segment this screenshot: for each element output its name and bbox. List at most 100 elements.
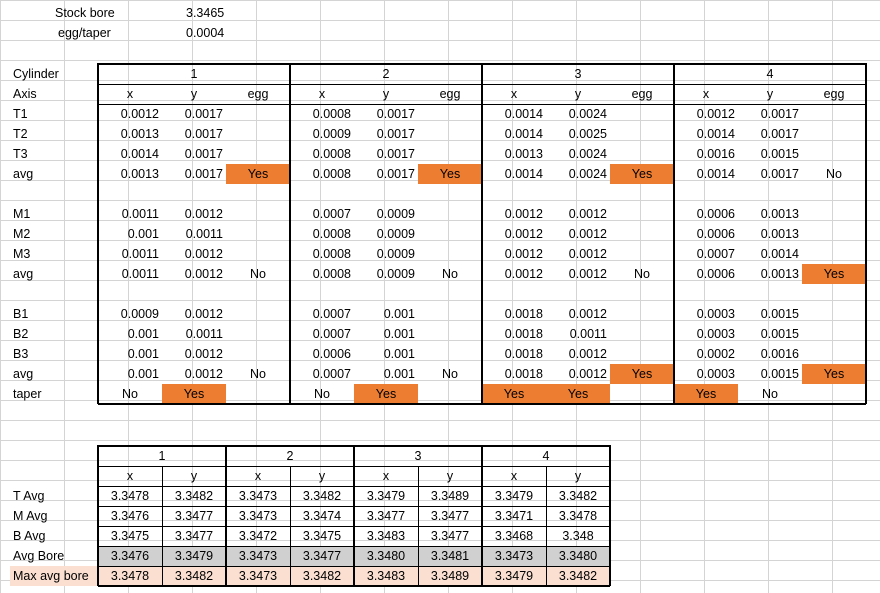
value-cell[interactable]: 3.3477 <box>418 526 482 546</box>
data-cell[interactable]: 0.0013 <box>738 204 802 224</box>
value-cell[interactable]: 3.3482 <box>546 486 610 506</box>
value-cell[interactable]: 3.3478 <box>546 506 610 526</box>
data-cell[interactable] <box>226 384 290 404</box>
data-cell[interactable]: 0.0015 <box>738 144 802 164</box>
data-cell[interactable] <box>802 144 866 164</box>
row-label[interactable]: B1 <box>10 304 98 324</box>
data-cell[interactable]: 0.0007 <box>290 324 354 344</box>
cylinder-header-2[interactable]: 2 <box>226 446 354 466</box>
value-cell[interactable]: 3.3478 <box>98 566 162 586</box>
data-cell[interactable] <box>290 284 354 304</box>
data-cell[interactable]: 0.0003 <box>674 364 738 384</box>
value-cell[interactable]: 3.348 <box>546 526 610 546</box>
data-cell[interactable]: No <box>418 364 482 384</box>
egg-taper-value[interactable]: 0.0004 <box>183 23 243 43</box>
data-cell[interactable]: 0.0014 <box>738 244 802 264</box>
data-cell[interactable]: 0.0009 <box>290 124 354 144</box>
cylinder-header-3[interactable]: 3 <box>482 64 674 84</box>
value-cell[interactable]: 3.3475 <box>290 526 354 546</box>
data-cell[interactable] <box>418 284 482 304</box>
data-cell[interactable] <box>226 244 290 264</box>
data-cell[interactable]: 0.0007 <box>290 364 354 384</box>
data-cell[interactable]: 0.0012 <box>482 224 546 244</box>
data-cell[interactable]: 0.0018 <box>482 324 546 344</box>
data-cell[interactable] <box>418 344 482 364</box>
data-cell[interactable]: No <box>418 264 482 284</box>
egg-taper-label[interactable]: egg/taper <box>55 23 145 43</box>
data-cell[interactable]: Yes <box>482 384 546 404</box>
axis-header-egg[interactable]: egg <box>610 84 674 104</box>
data-cell[interactable]: 0.0009 <box>98 304 162 324</box>
data-cell[interactable] <box>802 184 866 204</box>
axis-header-x[interactable]: x <box>98 466 162 486</box>
data-cell[interactable]: 0.0016 <box>674 144 738 164</box>
data-cell[interactable] <box>418 144 482 164</box>
data-cell[interactable]: 0.0011 <box>98 244 162 264</box>
row-label[interactable]: B Avg <box>10 526 98 546</box>
row-label[interactable]: T Avg <box>10 486 98 506</box>
data-cell[interactable]: Yes <box>354 384 418 404</box>
data-cell[interactable] <box>610 104 674 124</box>
data-cell[interactable]: 0.0012 <box>98 104 162 124</box>
data-cell[interactable]: No <box>226 264 290 284</box>
data-cell[interactable]: 0.0013 <box>738 264 802 284</box>
data-cell[interactable]: 0.0011 <box>546 324 610 344</box>
data-cell[interactable]: 0.0024 <box>546 104 610 124</box>
cylinder-header-3[interactable]: 3 <box>354 446 482 466</box>
cylinder-header-2[interactable]: 2 <box>290 64 482 84</box>
row-label[interactable]: M3 <box>10 244 98 264</box>
data-cell[interactable]: 0.0014 <box>674 124 738 144</box>
data-cell[interactable] <box>610 244 674 264</box>
data-cell[interactable]: 0.0012 <box>482 244 546 264</box>
data-cell[interactable] <box>610 344 674 364</box>
data-cell[interactable]: 0.0003 <box>674 304 738 324</box>
value-cell[interactable]: 3.3483 <box>354 566 418 586</box>
data-cell[interactable] <box>162 184 226 204</box>
row-label[interactable] <box>10 184 98 204</box>
data-cell[interactable]: 0.0007 <box>674 244 738 264</box>
data-cell[interactable] <box>418 304 482 324</box>
data-cell[interactable]: 0.0018 <box>482 364 546 384</box>
value-cell[interactable]: 3.3473 <box>482 546 546 566</box>
data-cell[interactable]: 0.0008 <box>290 164 354 184</box>
data-cell[interactable]: 0.0006 <box>290 344 354 364</box>
data-cell[interactable]: 0.0012 <box>546 304 610 324</box>
axis-header-egg[interactable]: egg <box>802 84 866 104</box>
data-cell[interactable] <box>354 184 418 204</box>
data-cell[interactable] <box>226 224 290 244</box>
data-cell[interactable]: 0.0003 <box>674 324 738 344</box>
data-cell[interactable]: 0.001 <box>98 224 162 244</box>
data-cell[interactable]: 0.0024 <box>546 164 610 184</box>
data-cell[interactable]: 0.0013 <box>98 124 162 144</box>
data-cell[interactable]: Yes <box>546 384 610 404</box>
data-cell[interactable]: 0.0006 <box>674 204 738 224</box>
data-cell[interactable] <box>162 284 226 304</box>
data-cell[interactable]: Yes <box>610 364 674 384</box>
value-cell[interactable]: 3.3477 <box>354 506 418 526</box>
data-cell[interactable]: 0.0013 <box>482 144 546 164</box>
row-label[interactable] <box>10 284 98 304</box>
value-cell[interactable]: 3.3472 <box>226 526 290 546</box>
value-cell[interactable]: 3.3479 <box>354 486 418 506</box>
row-label[interactable]: Avg Bore <box>10 546 98 566</box>
row-label[interactable]: avg <box>10 164 98 184</box>
data-cell[interactable]: 0.0014 <box>482 124 546 144</box>
data-cell[interactable]: 0.0007 <box>290 204 354 224</box>
axis-header-x[interactable]: x <box>482 466 546 486</box>
data-cell[interactable] <box>610 184 674 204</box>
value-cell[interactable]: 3.3476 <box>98 546 162 566</box>
data-cell[interactable] <box>802 284 866 304</box>
data-cell[interactable]: 0.0024 <box>546 144 610 164</box>
data-cell[interactable]: 0.0013 <box>98 164 162 184</box>
data-cell[interactable]: Yes <box>674 384 738 404</box>
data-cell[interactable] <box>290 184 354 204</box>
cylinder-header-1[interactable]: 1 <box>98 446 226 466</box>
axis-header-y[interactable]: y <box>162 84 226 104</box>
row-label[interactable]: Max avg bore <box>10 566 98 586</box>
value-cell[interactable]: 3.3477 <box>418 506 482 526</box>
data-cell[interactable] <box>546 284 610 304</box>
spreadsheet-grid[interactable]: Stock bore 3.3465 egg/taper 0.0004 Cylin… <box>0 0 880 593</box>
value-cell[interactable]: 3.3475 <box>98 526 162 546</box>
data-cell[interactable] <box>610 204 674 224</box>
data-cell[interactable]: 0.0014 <box>98 144 162 164</box>
